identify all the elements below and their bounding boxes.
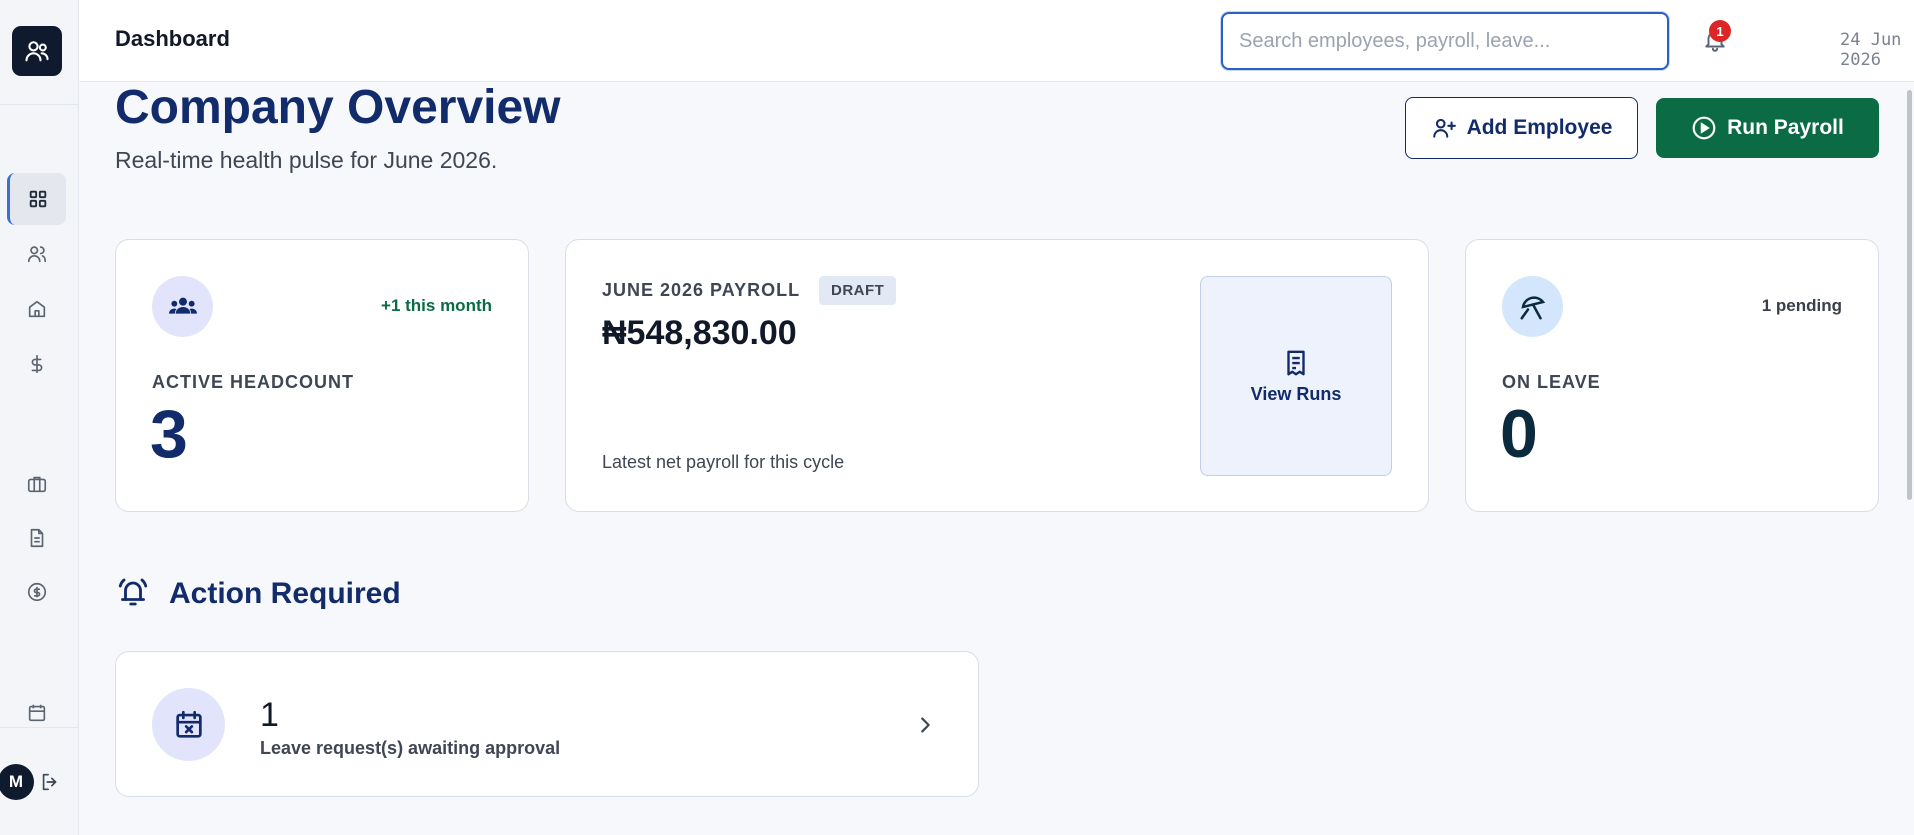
- current-date: 24 Jun 2026: [1840, 30, 1902, 70]
- sidebar: M: [0, 0, 79, 835]
- run-payroll-label: Run Payroll: [1727, 116, 1844, 139]
- user-plus-icon: [1432, 118, 1456, 138]
- leave-icon-circle: [1502, 276, 1563, 337]
- sidebar-item-home[interactable]: [7, 283, 66, 335]
- action-required-title: Action Required: [169, 577, 401, 610]
- calendar-x-icon: [175, 710, 202, 738]
- on-leave-card: 1 pending ON LEAVE 0: [1465, 239, 1879, 512]
- sidebar-item-calendar[interactable]: [7, 687, 66, 739]
- alarm-bell-icon: [118, 578, 148, 606]
- users-icon: [27, 246, 46, 263]
- leave-pending: 1 pending: [1761, 296, 1842, 315]
- headcount-card: +1 this month ACTIVE HEADCOUNT 3: [115, 239, 529, 512]
- dollar-icon: [31, 354, 42, 374]
- headcount-icon-circle: [152, 276, 213, 337]
- sidebar-item-payroll[interactable]: [7, 338, 66, 390]
- view-runs-label: View Runs: [1250, 383, 1342, 404]
- briefcase-icon: [27, 476, 46, 493]
- headcount-trend: +1 this month: [381, 296, 492, 315]
- divider: [0, 104, 79, 105]
- headcount-value: 3: [150, 396, 188, 472]
- status-badge: DRAFT: [819, 276, 897, 305]
- umbrella-icon: [1520, 295, 1545, 319]
- sidebar-item-employees[interactable]: [7, 228, 66, 280]
- leave-request-icon-circle: [152, 688, 225, 761]
- page-heading: Dashboard: [115, 26, 230, 51]
- payroll-note: Latest net payroll for this cycle: [602, 452, 845, 472]
- receipt-icon: [1287, 350, 1305, 375]
- divider: [0, 727, 79, 728]
- scrollbar[interactable]: [1907, 90, 1912, 500]
- payroll-label: JUNE 2026 PAYROLL: [602, 280, 801, 300]
- action-count: 1: [260, 696, 279, 734]
- add-employee-label: Add Employee: [1466, 116, 1613, 139]
- run-payroll-button[interactable]: Run Payroll: [1656, 98, 1879, 158]
- group-icon: [168, 297, 197, 314]
- user-avatar[interactable]: M: [0, 764, 34, 800]
- calendar-icon: [28, 704, 45, 722]
- add-employee-button[interactable]: Add Employee: [1405, 97, 1638, 159]
- grid-icon: [29, 190, 47, 208]
- view-runs-button[interactable]: View Runs: [1200, 276, 1392, 476]
- payroll-card: JUNE 2026 PAYROLL DRAFT ₦548,830.00 Late…: [565, 239, 1429, 512]
- notification-badge: 1: [1709, 20, 1731, 42]
- leave-approval-card[interactable]: 1 Leave request(s) awaiting approval: [115, 651, 979, 797]
- logout-button[interactable]: [38, 770, 62, 794]
- sidebar-item-jobs[interactable]: [7, 458, 66, 510]
- payroll-amount: ₦548,830.00: [602, 314, 797, 352]
- on-leave-label: ON LEAVE: [1502, 372, 1601, 392]
- sidebar-item-dashboard[interactable]: [7, 173, 66, 225]
- action-text: Leave request(s) awaiting approval: [260, 738, 561, 758]
- chevron-right-icon: [912, 712, 938, 738]
- app-logo[interactable]: [12, 26, 62, 76]
- page-title: Company Overview: [115, 81, 561, 134]
- on-leave-value: 0: [1500, 396, 1538, 472]
- home-icon: [28, 300, 45, 318]
- sidebar-item-finance[interactable]: [7, 566, 66, 618]
- headcount-label: ACTIVE HEADCOUNT: [152, 372, 355, 392]
- top-bar: Dashboard 1 24 Jun 2026: [79, 0, 1914, 82]
- coin-icon: [27, 582, 46, 602]
- document-icon: [30, 528, 43, 548]
- play-circle-icon: [1692, 116, 1716, 140]
- logout-icon: [42, 773, 57, 791]
- team-logo-icon: [25, 41, 49, 62]
- search-input[interactable]: [1221, 12, 1669, 70]
- sidebar-item-documents[interactable]: [7, 512, 66, 564]
- page-subtitle: Real-time health pulse for June 2026.: [115, 147, 498, 173]
